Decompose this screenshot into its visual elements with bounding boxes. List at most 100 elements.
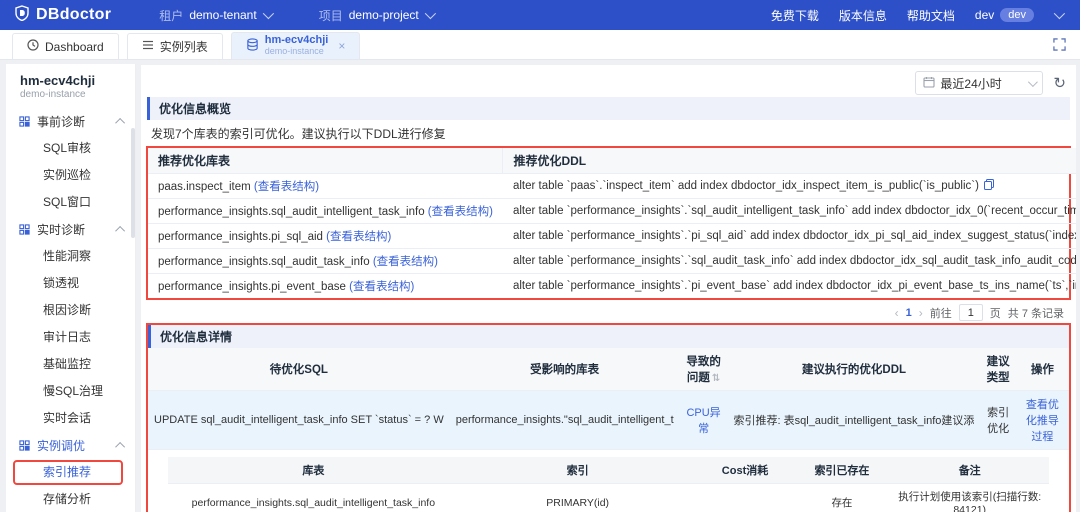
table-row: performance_insights.sql_audit_task_info…: [148, 248, 1076, 274]
chevron-up-icon: [115, 441, 126, 452]
project-label: 项目: [318, 8, 343, 23]
tab-dashboard[interactable]: Dashboard: [12, 33, 119, 59]
view-table-structure-link[interactable]: (查看表结构): [326, 231, 391, 243]
overview-description: 发现7个库表的索引可优化。建议执行以下DDL进行修复: [151, 127, 446, 141]
refresh-icon[interactable]: ↻: [1053, 76, 1066, 91]
table-row: performance_insights.sql_audit_intellige…: [148, 198, 1076, 224]
group-label: 实时诊断: [37, 223, 86, 237]
sub-note: 执行计划使用该索引(扫描行数: 84121): [890, 483, 1049, 512]
sql-text: UPDATE sql_audit_intelligent_task_info S…: [148, 390, 450, 450]
sub-index-name: PRIMARY(id): [458, 483, 697, 512]
tab-bar: Dashboard 实例列表 hm-ecv4chji demo-instance…: [0, 30, 1080, 60]
overview-table: 推荐优化库表 推荐优化DDL paas.inspect_item (查看表结构)…: [148, 148, 1076, 298]
view-table-structure-link[interactable]: (查看表结构): [349, 281, 414, 293]
database-icon: [246, 38, 259, 54]
overview-table-annotated: 推荐优化库表 推荐优化DDL paas.inspect_item (查看表结构)…: [146, 146, 1076, 300]
table-row: performance_insights.pi_event_base (查看表结…: [148, 274, 1076, 299]
chevron-down-icon[interactable]: [1053, 7, 1066, 20]
subcol-header-note: 备注: [890, 457, 1049, 484]
sidebar-item-storage-analysis[interactable]: 存储分析: [6, 486, 135, 512]
sidebar-item-instance-inspection[interactable]: 实例巡检: [6, 162, 135, 189]
sidebar-item-root-cause[interactable]: 根因诊断: [6, 297, 135, 324]
table-row: performance_insights.pi_sql_aid (查看表结构) …: [148, 223, 1076, 249]
close-icon[interactable]: ×: [338, 39, 345, 53]
chevron-down-icon: [424, 7, 436, 20]
sort-icon[interactable]: ⇅: [712, 373, 720, 384]
tab-instance-sublabel: demo-instance: [264, 46, 324, 56]
sidebar-group-realtime-diagnosis[interactable]: 实时诊断: [6, 216, 135, 243]
view-table-structure-link[interactable]: (查看表结构): [254, 181, 319, 193]
table-name: paas.inspect_item: [158, 181, 251, 193]
view-table-structure-link[interactable]: (查看表结构): [428, 206, 493, 218]
chevron-up-icon: [115, 117, 126, 128]
version-info-link[interactable]: 版本信息: [839, 7, 887, 24]
grid-icon: [19, 224, 30, 235]
ddl-text: alter table `performance_insights`.`sql_…: [512, 255, 1076, 267]
copy-icon[interactable]: [983, 179, 994, 193]
grid-icon: [19, 116, 30, 127]
sidebar-item-realtime-session[interactable]: 实时会话: [6, 405, 135, 432]
ddl-text: alter table `performance_insights`.`pi_e…: [512, 280, 1076, 292]
subcol-header-cost: Cost消耗: [696, 457, 794, 484]
total-records-label: 共 7 条记录: [1007, 307, 1064, 320]
tab-instance-active[interactable]: hm-ecv4chji demo-instance ×: [230, 32, 361, 59]
tab-instance-label: hm-ecv4chji: [264, 34, 329, 46]
suggest-type: 索引优化: [980, 390, 1016, 450]
calendar-icon: [923, 76, 935, 91]
overview-pagination: ‹ 1 › 前往 页 共 7 条记录: [141, 300, 1076, 323]
prev-page-icon[interactable]: ‹: [895, 306, 899, 320]
sidebar-item-audit-log[interactable]: 审计日志: [6, 324, 135, 351]
sidebar-item-basic-monitor[interactable]: 基础监控: [6, 351, 135, 378]
time-range-select[interactable]: 最近24小时: [915, 71, 1044, 95]
list-icon: [142, 39, 154, 54]
col-header-sql: 待优化SQL: [148, 348, 450, 391]
fullscreen-icon[interactable]: [1053, 38, 1066, 54]
sidebar-item-sql-window[interactable]: SQL窗口: [6, 189, 135, 216]
tenant-selector[interactable]: 租户 demo-tenant: [159, 7, 274, 24]
subcol-header-table: 库表: [168, 457, 459, 484]
details-section-annotated: 优化信息详情 待优化SQL 受影响的库表 导致的问题 ⇅ 建议执行的优化DDL 建…: [146, 323, 1071, 512]
view-table-structure-link[interactable]: (查看表结构): [373, 256, 438, 268]
sidebar-item-lock-view[interactable]: 锁透视: [6, 270, 135, 297]
problem-link[interactable]: CPU异常: [686, 407, 720, 435]
chevron-down-icon: [1028, 76, 1039, 87]
table-row[interactable]: UPDATE sql_audit_intelligent_task_info S…: [148, 390, 1069, 450]
tenant-value: demo-tenant: [189, 8, 257, 22]
goto-label: 前往: [929, 307, 952, 320]
table-name: performance_insights.pi_event_base: [158, 281, 346, 293]
tab-instance-list-label: 实例列表: [159, 40, 208, 54]
user-role-badge: dev: [1000, 8, 1034, 22]
sidebar-item-performance-insight[interactable]: 性能洞察: [6, 243, 135, 270]
sidebar-scrollbar[interactable]: [131, 128, 135, 238]
col-header-affected-table: 受影响的库表: [449, 348, 680, 391]
page-unit-label: 页: [989, 307, 1001, 320]
table-name: performance_insights.sql_audit_intellige…: [158, 206, 425, 218]
sidebar-item-slow-sql[interactable]: 慢SQL治理: [6, 378, 135, 405]
user-menu[interactable]: dev dev: [975, 8, 1034, 22]
table-name: performance_insights.sql_audit_task_info: [158, 256, 370, 268]
sub-table-name: performance_insights.sql_audit_intellige…: [168, 483, 459, 512]
sidebar-item-sql-audit[interactable]: SQL审核: [6, 135, 135, 162]
page-number[interactable]: 1: [906, 307, 912, 319]
top-navbar: DBdoctor 租户 demo-tenant 项目 demo-project …: [0, 0, 1080, 30]
table-row: performance_insights.sql_audit_intellige…: [168, 483, 1049, 512]
subcol-header-exists: 索引已存在: [793, 457, 891, 484]
free-download-link[interactable]: 免费下载: [771, 7, 819, 24]
main-content: 最近24小时 ↻ 优化信息概览 发现7个库表的索引可优化。建议执行以下DDL进行…: [141, 65, 1076, 512]
content-toolbar: 最近24小时 ↻: [141, 65, 1076, 95]
next-page-icon[interactable]: ›: [919, 306, 923, 320]
ddl-text: alter table `paas`.`inspect_item` add in…: [512, 180, 979, 192]
project-selector[interactable]: 项目 demo-project: [318, 7, 436, 24]
app-logo[interactable]: DBdoctor: [14, 4, 111, 26]
sidebar-group-instance-tuning[interactable]: 实例调优: [6, 432, 135, 459]
tab-instance-list[interactable]: 实例列表: [126, 33, 223, 59]
sidebar-item-index-recommendation[interactable]: 索引推荐: [6, 459, 135, 486]
help-docs-link[interactable]: 帮助文档: [907, 7, 955, 24]
goto-page-input[interactable]: [958, 304, 983, 321]
sidebar-group-pre-diagnosis[interactable]: 事前诊断: [6, 108, 135, 135]
ddl-text: alter table `performance_insights`.`pi_s…: [512, 230, 1076, 242]
index-detail-subsection: 库表 索引 Cost消耗 索引已存在 备注 performance_insigh…: [148, 450, 1069, 512]
col-header-problem[interactable]: 导致的问题 ⇅: [679, 348, 728, 391]
chevron-down-icon: [262, 7, 274, 20]
view-derivation-link[interactable]: 查看优化推导过程: [1026, 399, 1059, 443]
